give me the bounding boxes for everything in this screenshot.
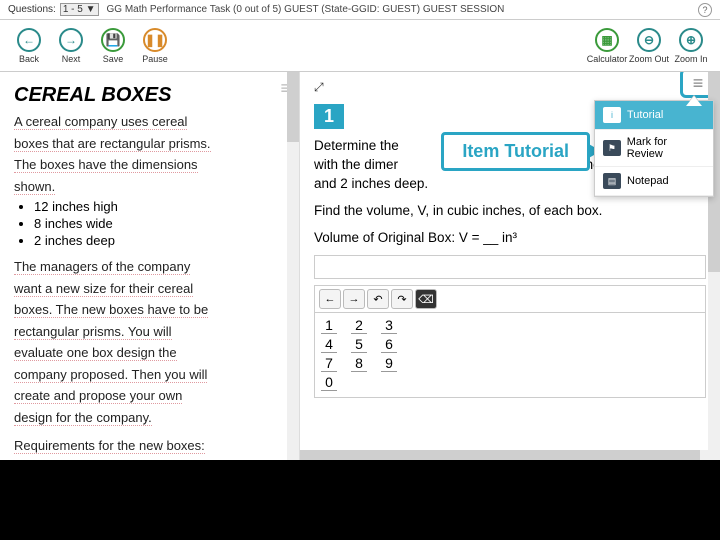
zoom-in-icon: ⊕ xyxy=(679,28,703,52)
tutorial-callout: Item Tutorial xyxy=(441,132,590,171)
next-button[interactable]: →Next xyxy=(50,28,92,64)
arrow-right-icon: → xyxy=(59,28,83,52)
calculator-button[interactable]: ▦Calculator xyxy=(586,28,628,64)
keypad: ← → ↶ ↷ ⌫ 123 456 789 0 xyxy=(314,285,706,398)
expand-icon[interactable]: ⤢ xyxy=(314,80,332,98)
question-pane: ⤢ ≡ iTutorial ⚑Mark for Review ▤Notepad … xyxy=(300,72,720,460)
key-3[interactable]: 3 xyxy=(381,317,397,334)
menu-notepad[interactable]: ▤Notepad xyxy=(595,167,713,196)
questions-label: Questions: xyxy=(8,4,56,15)
backspace-icon[interactable]: ⌫ xyxy=(415,289,437,309)
key-9[interactable]: 9 xyxy=(381,355,397,372)
save-icon: 💾 xyxy=(101,28,125,52)
scrollbar-horizontal[interactable] xyxy=(300,450,720,460)
undo-left-icon[interactable]: ← xyxy=(319,289,341,309)
info-icon: i xyxy=(603,107,621,123)
key-6[interactable]: 6 xyxy=(381,336,397,353)
key-2[interactable]: 2 xyxy=(351,317,367,334)
passage-title: CEREAL BOXES xyxy=(14,84,285,107)
zoom-out-button[interactable]: ⊖Zoom Out xyxy=(628,28,670,64)
key-7[interactable]: 7 xyxy=(321,355,337,372)
key-0[interactable]: 0 xyxy=(321,374,337,391)
pause-icon: ❚❚ xyxy=(143,28,167,52)
key-1[interactable]: 1 xyxy=(321,317,337,334)
top-bar: Questions: 1 - 5 ▼ GG Math Performance T… xyxy=(0,0,720,20)
questions-dropdown[interactable]: 1 - 5 ▼ xyxy=(60,3,99,16)
session-title: GG Math Performance Task (0 out of 5) GU… xyxy=(107,4,505,15)
notepad-icon: ▤ xyxy=(603,173,621,189)
dimensions-list: 12 inches high 8 inches wide 2 inches de… xyxy=(34,199,285,248)
passage-pane: ≡ CEREAL BOXES A cereal company uses cer… xyxy=(0,72,300,460)
zoom-out-icon: ⊖ xyxy=(637,28,661,52)
key-8[interactable]: 8 xyxy=(351,355,367,372)
redo-icon[interactable]: ↷ xyxy=(391,289,413,309)
question-text-2: Find the volume, V, in cubic inches, of … xyxy=(314,202,706,221)
question-text-3: Volume of Original Box: V = __ in³ xyxy=(314,229,706,248)
back-button[interactable]: ←Back xyxy=(8,28,50,64)
undo-icon[interactable]: ↶ xyxy=(367,289,389,309)
flag-icon: ⚑ xyxy=(603,140,621,156)
zoom-in-button[interactable]: ⊕Zoom In xyxy=(670,28,712,64)
item-menu: iTutorial ⚑Mark for Review ▤Notepad xyxy=(594,100,714,197)
save-button[interactable]: 💾Save xyxy=(92,28,134,64)
answer-input[interactable] xyxy=(314,255,706,279)
help-icon[interactable]: ? xyxy=(698,3,712,17)
key-4[interactable]: 4 xyxy=(321,336,337,353)
question-number: 1 xyxy=(314,104,344,129)
toolbar: ←Back →Next 💾Save ❚❚Pause ▦Calculator ⊖Z… xyxy=(0,20,720,72)
key-5[interactable]: 5 xyxy=(351,336,367,353)
arrow-left-icon: ← xyxy=(17,28,41,52)
pause-button[interactable]: ❚❚Pause xyxy=(134,28,176,64)
scrollbar-vertical[interactable] xyxy=(287,72,299,460)
calculator-icon: ▦ xyxy=(595,28,619,52)
undo-right-icon[interactable]: → xyxy=(343,289,365,309)
menu-mark-review[interactable]: ⚑Mark for Review xyxy=(595,130,713,167)
